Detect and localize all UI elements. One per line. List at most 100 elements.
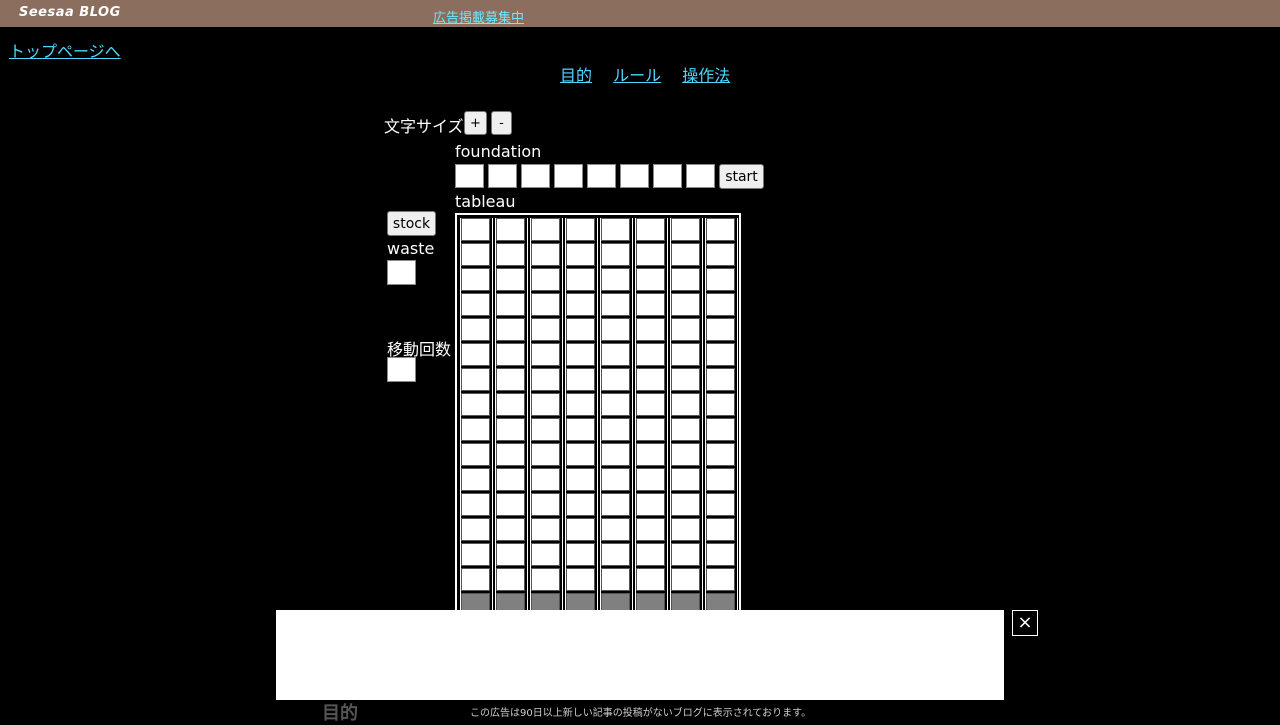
tableau-cell[interactable] <box>671 418 700 441</box>
font-size-increase-button[interactable]: + <box>464 111 487 135</box>
tableau-cell[interactable] <box>636 293 665 316</box>
tableau-cell[interactable] <box>671 243 700 266</box>
tableau-cell[interactable] <box>566 418 595 441</box>
tableau-cell[interactable] <box>461 568 490 591</box>
foundation-slot[interactable] <box>587 164 616 188</box>
tableau-cell[interactable] <box>601 343 630 366</box>
tableau-cell[interactable] <box>671 218 700 241</box>
tableau-cell[interactable] <box>706 368 735 391</box>
tableau-cell[interactable] <box>531 293 560 316</box>
tableau-cell[interactable] <box>671 468 700 491</box>
tableau-cell[interactable] <box>531 318 560 341</box>
tableau-cell[interactable] <box>461 393 490 416</box>
tableau-cell[interactable] <box>461 343 490 366</box>
tableau-cell[interactable] <box>531 368 560 391</box>
foundation-slot[interactable] <box>620 164 649 188</box>
tableau-cell[interactable] <box>671 393 700 416</box>
tableau-cell[interactable] <box>566 518 595 541</box>
tableau-cell[interactable] <box>671 268 700 291</box>
tableau-cell[interactable] <box>636 493 665 516</box>
tableau-cell[interactable] <box>636 268 665 291</box>
tableau-cell[interactable] <box>531 218 560 241</box>
tableau-cell[interactable] <box>496 318 525 341</box>
tableau-cell[interactable] <box>496 568 525 591</box>
tableau-cell[interactable] <box>566 268 595 291</box>
tableau-column[interactable] <box>460 218 493 611</box>
tableau-cell[interactable] <box>566 443 595 466</box>
close-icon[interactable]: × <box>1012 610 1038 636</box>
tableau-cell[interactable] <box>706 293 735 316</box>
tableau-cell[interactable] <box>496 293 525 316</box>
tableau-cell[interactable] <box>671 318 700 341</box>
tableau-cell[interactable] <box>496 218 525 241</box>
nav-rules-link[interactable]: ルール <box>613 66 661 85</box>
tableau-cell[interactable] <box>636 393 665 416</box>
tableau-cell[interactable] <box>531 543 560 566</box>
tableau-cell[interactable] <box>531 518 560 541</box>
tableau-cell[interactable] <box>461 418 490 441</box>
tableau-cell[interactable] <box>636 468 665 491</box>
foundation-slot[interactable] <box>653 164 682 188</box>
tableau-cell[interactable] <box>461 243 490 266</box>
tableau-cell[interactable] <box>531 268 560 291</box>
tableau-cell[interactable] <box>461 493 490 516</box>
tableau-cell[interactable] <box>531 468 560 491</box>
font-size-decrease-button[interactable]: - <box>491 111 512 135</box>
tableau-cell[interactable] <box>566 568 595 591</box>
tableau-cell[interactable] <box>706 218 735 241</box>
tableau-cell[interactable] <box>636 243 665 266</box>
tableau-cell[interactable] <box>531 493 560 516</box>
tableau-cell[interactable] <box>636 368 665 391</box>
tableau-column[interactable] <box>565 218 598 611</box>
tableau-cell[interactable] <box>566 543 595 566</box>
tableau-cell[interactable] <box>636 343 665 366</box>
nav-howto-link[interactable]: 操作法 <box>682 66 730 85</box>
tableau-cell[interactable] <box>601 493 630 516</box>
tableau-cell[interactable] <box>496 518 525 541</box>
tableau-cell[interactable] <box>531 243 560 266</box>
seesaa-blog-logo[interactable]: Seesaa BLOG <box>19 5 121 20</box>
tableau-cell[interactable] <box>566 468 595 491</box>
tableau-cell[interactable] <box>461 443 490 466</box>
start-button[interactable]: start <box>719 164 764 189</box>
tableau-cell[interactable] <box>461 468 490 491</box>
tableau-cell[interactable] <box>636 568 665 591</box>
ad-recruit-link[interactable]: 広告掲載募集中 <box>433 7 524 26</box>
tableau-column[interactable] <box>705 218 738 611</box>
tableau-cell[interactable] <box>636 418 665 441</box>
tableau-cell[interactable] <box>706 543 735 566</box>
tableau-cell[interactable] <box>601 418 630 441</box>
tableau-cell[interactable] <box>531 393 560 416</box>
tableau-cell[interactable] <box>566 368 595 391</box>
tableau-cell[interactable] <box>636 518 665 541</box>
tableau-column[interactable] <box>635 218 668 611</box>
waste-pile[interactable] <box>387 260 416 285</box>
tableau-column[interactable] <box>495 218 528 611</box>
tableau-cell[interactable] <box>706 268 735 291</box>
tableau-cell[interactable] <box>496 418 525 441</box>
tableau-cell[interactable] <box>671 368 700 391</box>
tableau-cell[interactable] <box>601 368 630 391</box>
foundation-slot[interactable] <box>521 164 550 188</box>
tableau-cell[interactable] <box>461 368 490 391</box>
foundation-slot[interactable] <box>686 164 715 188</box>
tableau-cell[interactable] <box>636 218 665 241</box>
tableau-cell[interactable] <box>706 418 735 441</box>
tableau-cell[interactable] <box>566 293 595 316</box>
tableau-cell[interactable] <box>706 443 735 466</box>
tableau-cell[interactable] <box>601 243 630 266</box>
tableau-cell[interactable] <box>601 393 630 416</box>
tableau-cell[interactable] <box>496 343 525 366</box>
tableau-cell[interactable] <box>601 318 630 341</box>
foundation-slot[interactable] <box>455 164 484 188</box>
tableau-cell[interactable] <box>671 568 700 591</box>
top-page-link[interactable]: トップページへ <box>9 38 121 62</box>
tableau-cell[interactable] <box>601 543 630 566</box>
tableau-cell[interactable] <box>461 218 490 241</box>
tableau-cell[interactable] <box>706 343 735 366</box>
tableau-cell[interactable] <box>671 293 700 316</box>
tableau-cell[interactable] <box>706 493 735 516</box>
tableau-cell[interactable] <box>706 318 735 341</box>
foundation-slot[interactable] <box>488 164 517 188</box>
tableau-cell[interactable] <box>601 443 630 466</box>
